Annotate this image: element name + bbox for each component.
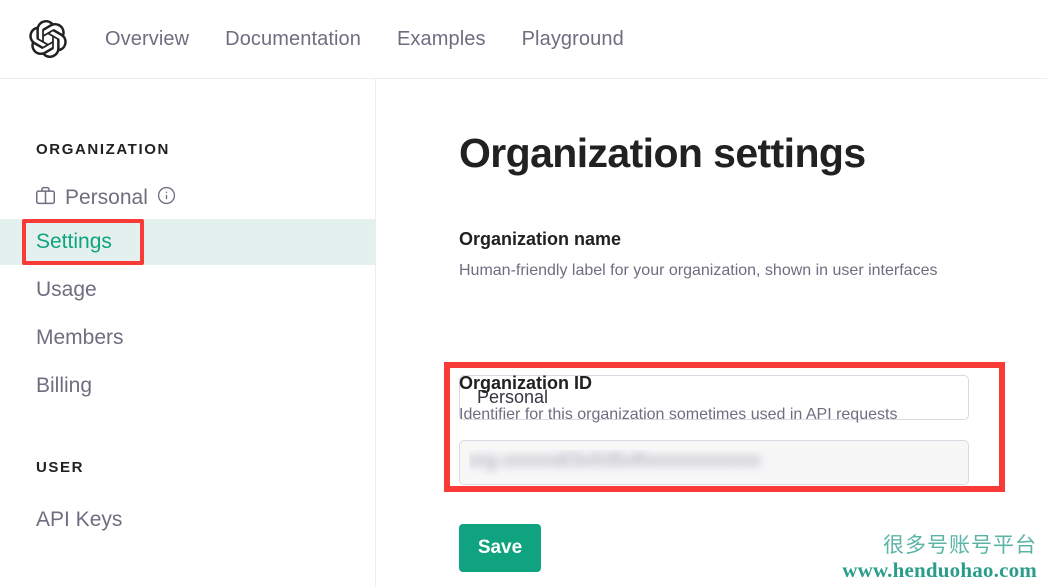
sidebar-item-label: API Keys [36,508,123,531]
org-id-input [459,440,969,485]
sidebar-section-user-title: USER [36,459,85,476]
page-title: Organization settings [459,130,866,176]
info-circle-icon[interactable] [157,186,176,210]
openai-logo-icon[interactable] [18,20,78,58]
organization-selector[interactable]: Personal [35,185,176,211]
primary-navigation: Overview Documentation Examples Playgrou… [105,28,624,51]
org-id-description: Identifier for this organization sometim… [459,406,898,423]
main-content: Organization settings Organization name … [376,79,1047,587]
sidebar-section-organization-title: ORGANIZATION [36,141,170,158]
sidebar-item-usage[interactable]: Usage [0,267,375,313]
watermark-line-2: www.henduohao.com [842,558,1037,583]
org-id-label: Organization ID [459,373,593,393]
sidebar-item-api-keys[interactable]: API Keys [0,497,375,543]
nav-link-documentation[interactable]: Documentation [225,28,361,51]
top-header-bar: Overview Documentation Examples Playgrou… [0,0,1047,79]
nav-link-examples[interactable]: Examples [397,28,486,51]
sidebar: ORGANIZATION Personal Settings Usage Mem… [0,79,376,587]
watermark-line-1: 很多号账号平台 [883,533,1037,558]
sidebar-item-label: Settings [36,230,112,253]
briefcase-icon [35,185,56,211]
org-name-description: Human-friendly label for your organizati… [459,262,938,279]
save-button[interactable]: Save [459,524,541,572]
sidebar-item-members[interactable]: Members [0,315,375,361]
sidebar-item-label: Billing [36,374,93,397]
sidebar-item-label: Members [36,326,124,349]
sidebar-item-billing[interactable]: Billing [0,363,375,409]
nav-link-overview[interactable]: Overview [105,28,189,51]
organization-name-label: Personal [65,186,148,209]
watermark: 很多号账号平台 www.henduohao.com [842,533,1037,583]
org-name-label: Organization name [459,229,622,249]
nav-link-playground[interactable]: Playground [522,28,624,51]
sidebar-item-label: Usage [36,278,97,301]
sidebar-item-settings[interactable]: Settings [0,219,375,265]
